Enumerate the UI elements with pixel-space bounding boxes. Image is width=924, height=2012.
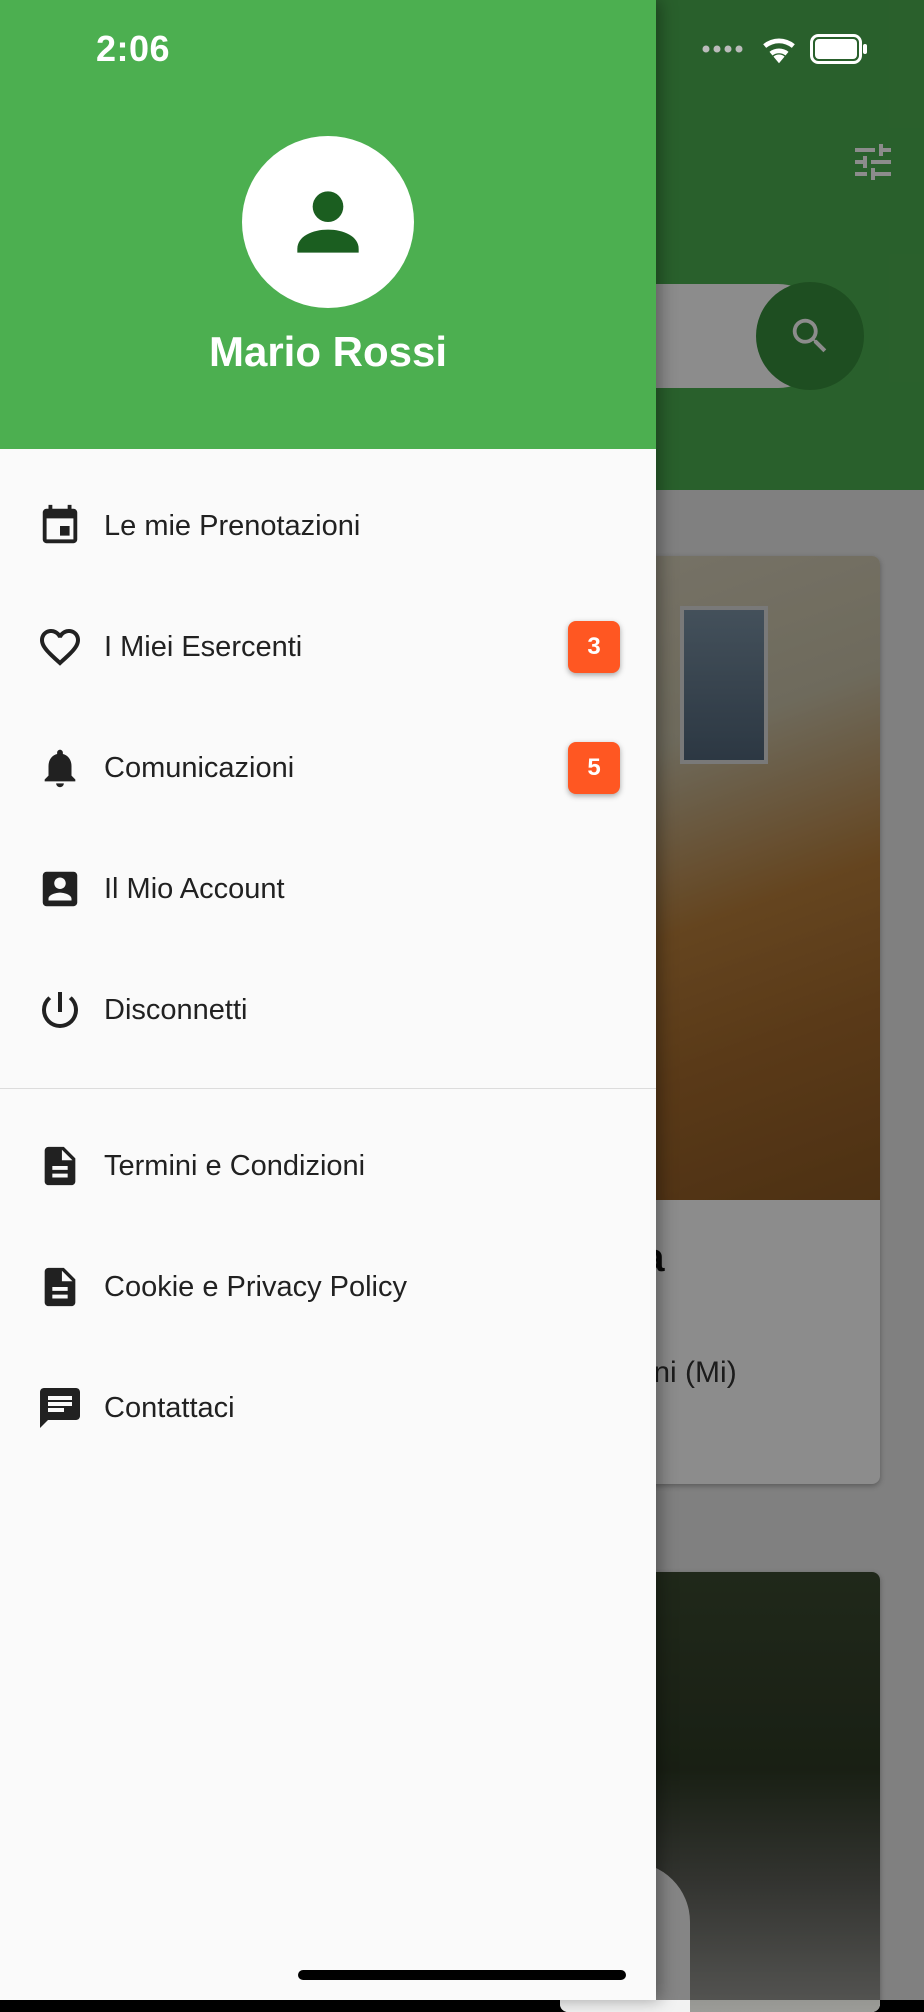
- menu-item-label: Le mie Prenotazioni: [104, 509, 361, 542]
- bell-icon: [36, 744, 84, 792]
- signal-icon: [702, 45, 743, 53]
- menu-item-comunicazioni[interactable]: Comunicazioni 5: [0, 713, 656, 823]
- power-icon: [36, 986, 84, 1034]
- drawer-header: 2:06 Mario Rossi: [0, 0, 656, 449]
- menu-item-termini[interactable]: Termini e Condizioni: [0, 1111, 656, 1221]
- status-icons: [702, 34, 868, 64]
- menu-item-privacy[interactable]: Cookie e Privacy Policy: [0, 1232, 656, 1342]
- menu-item-disconnetti[interactable]: Disconnetti: [0, 955, 656, 1065]
- navigation-drawer: 2:06 Mario Rossi Le mie Prenotazioni I M…: [0, 0, 656, 2000]
- home-indicator: [298, 1970, 626, 1980]
- account-box-icon: [36, 865, 84, 913]
- menu-item-contattaci[interactable]: Contattaci: [0, 1353, 656, 1463]
- person-icon: [297, 191, 359, 253]
- menu-item-prenotazioni[interactable]: Le mie Prenotazioni: [0, 471, 656, 581]
- menu-item-account[interactable]: Il Mio Account: [0, 834, 656, 944]
- menu-item-label: Termini e Condizioni: [104, 1149, 366, 1182]
- document-icon: [36, 1142, 84, 1190]
- notification-badge: 5: [568, 742, 620, 794]
- user-name: Mario Rossi: [208, 328, 448, 375]
- menu-item-label: Comunicazioni: [104, 751, 295, 784]
- menu-item-label: Disconnetti: [104, 993, 248, 1026]
- notification-badge: 3: [568, 621, 620, 673]
- heart-icon: [36, 623, 84, 671]
- document-icon: [36, 1263, 84, 1311]
- chat-icon: [36, 1384, 84, 1432]
- menu-item-label: Contattaci: [104, 1391, 235, 1424]
- menu-item-esercenti[interactable]: I Miei Esercenti 3: [0, 592, 656, 702]
- menu-item-label: Cookie e Privacy Policy: [104, 1270, 407, 1303]
- calendar-icon: [36, 502, 84, 550]
- battery-icon: [810, 34, 867, 64]
- status-time: 2:06: [96, 28, 171, 69]
- avatar[interactable]: [242, 136, 414, 308]
- wifi-icon: [763, 38, 795, 64]
- menu-item-label: I Miei Esercenti: [104, 630, 303, 663]
- menu-item-label: Il Mio Account: [104, 872, 285, 905]
- menu-divider: [0, 1088, 656, 1089]
